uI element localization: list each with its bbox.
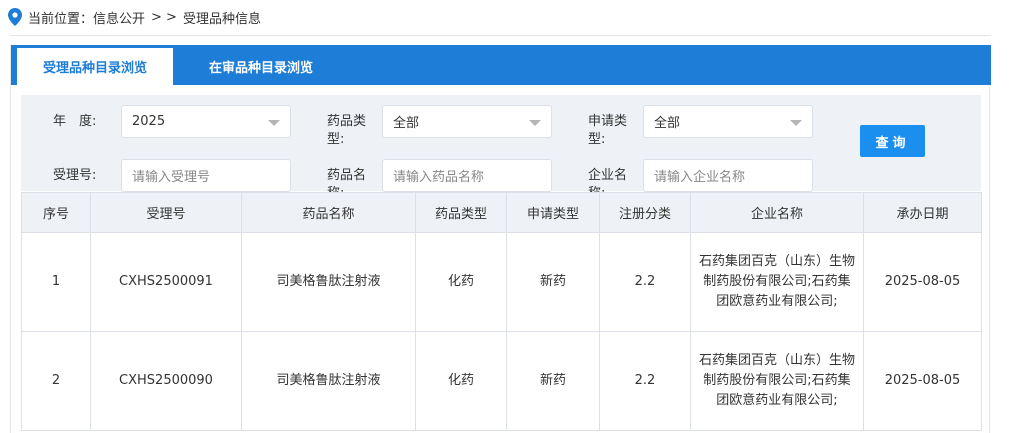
breadcrumb-prefix: 当前位置： [28,11,94,27]
col-header-apply-type: 申请类型 [506,192,600,233]
col-header-accept-no: 受理号 [90,192,242,233]
chevron-down-icon [268,120,280,126]
filter-area: 年 度: 2025 药品类型: 全部 申请类型: 全部 受理号: 请输入受理号 … [21,95,981,201]
cell-index: 2 [21,331,91,431]
cell-drug-type: 化药 [415,232,507,332]
cell-apply-type: 新药 [506,331,600,431]
accept-no-label: 受理号: [53,168,97,183]
cell-date: 2025-08-05 [863,331,982,431]
drug-name-input[interactable]: 请输入药品名称 [382,159,552,192]
cell-accept-no: CXHS2500091 [90,232,242,332]
col-header-drug-name: 药品名称 [241,192,416,233]
breadcrumb-section[interactable]: 信息公开 [93,8,145,27]
drug-type-select-value: 全部 [393,116,420,131]
col-header-reg-class: 注册分类 [599,192,691,233]
cell-drug-type: 化药 [415,331,507,431]
location-pin-icon [8,8,22,26]
apply-type-label: 申请类型: [588,114,628,147]
cell-accept-no: CXHS2500090 [90,331,242,431]
year-label: 年 度: [53,114,97,129]
year-select[interactable]: 2025 [121,105,291,138]
table-header-row: 序号 受理号 药品名称 药品类型 申请类型 注册分类 企业名称 承办日期 [21,192,982,233]
cell-date: 2025-08-05 [863,232,982,332]
apply-type-select-value: 全部 [654,116,681,131]
year-select-value: 2025 [132,114,166,129]
table-row[interactable]: 1 CXHS2500091 司美格鲁肽注射液 化药 新药 2.2 石药集团百克（… [21,232,982,332]
breadcrumb-current: 受理品种信息 [182,11,261,27]
main-panel: 受理品种目录浏览 在审品种目录浏览 年 度: 2025 药品类型: 全部 申请类… [10,45,991,433]
company-input[interactable]: 请输入企业名称 [643,159,813,192]
col-header-index: 序号 [21,192,91,233]
drug-type-label: 药品类型: [327,114,367,147]
col-header-company: 企业名称 [690,192,864,233]
table-row[interactable]: 2 CXHS2500090 司美格鲁肽注射液 化药 新药 2.2 石药集团百克（… [21,331,982,431]
query-button[interactable]: 查询 [860,125,925,157]
breadcrumb-divider [10,35,991,36]
breadcrumb-separator: > > [151,9,177,25]
cell-index: 1 [21,232,91,332]
accept-no-input[interactable]: 请输入受理号 [121,159,291,192]
cell-apply-type: 新药 [506,232,600,332]
chevron-down-icon [790,120,802,126]
cell-reg-class: 2.2 [599,232,691,332]
cell-reg-class: 2.2 [599,331,691,431]
col-header-drug-type: 药品类型 [415,192,507,233]
cell-drug-name: 司美格鲁肽注射液 [241,232,416,332]
chevron-down-icon [529,120,541,126]
tab-accepted-catalog[interactable]: 受理品种目录浏览 [17,48,173,85]
drug-type-select[interactable]: 全部 [382,105,552,138]
cell-company: 石药集团百克（山东）生物制药股份有限公司;石药集团欧意药业有限公司; [690,331,864,431]
tab-under-review-catalog[interactable]: 在审品种目录浏览 [181,48,341,85]
apply-type-select[interactable]: 全部 [643,105,813,138]
cell-company: 石药集团百克（山东）生物制药股份有限公司;石药集团欧意药业有限公司; [690,232,864,332]
tab-bar: 受理品种目录浏览 在审品种目录浏览 [11,45,991,85]
breadcrumb: 当前位置： 信息公开 > > 受理品种信息 [8,7,261,27]
col-header-date: 承办日期 [863,192,982,233]
results-table: 序号 受理号 药品名称 药品类型 申请类型 注册分类 企业名称 承办日期 1 C… [21,192,982,431]
cell-drug-name: 司美格鲁肽注射液 [241,331,416,431]
